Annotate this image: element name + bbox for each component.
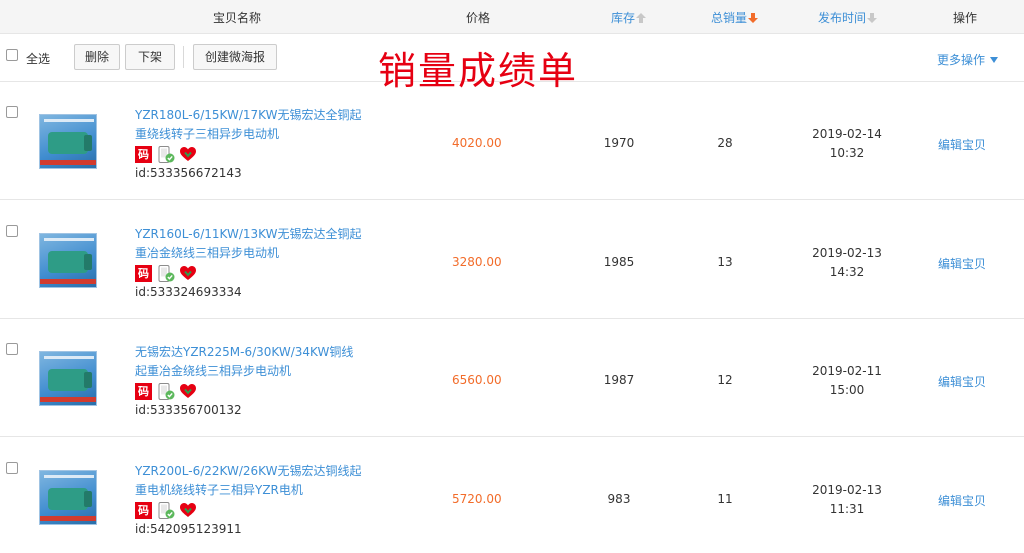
toolbar-divider: [183, 46, 184, 68]
edit-item-link[interactable]: 编辑宝贝: [938, 136, 986, 153]
more-ops-label: 更多操作: [937, 53, 986, 67]
heart-icon: [180, 384, 196, 398]
product-published: 2019-02-11 15:00: [808, 362, 886, 400]
mobile-icon: [158, 501, 175, 519]
published-time: 15:00: [829, 383, 865, 397]
product-row: 无锡宏达YZR225M-6/30KW/34KW铜线起重冶金绕线三相异步电动机 码…: [0, 319, 1024, 437]
delete-button[interactable]: 删除: [74, 44, 120, 70]
more-ops-dropdown[interactable]: 更多操作: [937, 51, 999, 68]
product-price: 4020.00: [452, 136, 502, 150]
row-checkbox[interactable]: [6, 461, 18, 474]
col-header-sales[interactable]: 总销量: [711, 9, 759, 26]
published-date: 2019-02-13: [812, 482, 882, 497]
motor-image: [48, 250, 88, 273]
row-checkbox[interactable]: [6, 106, 18, 118]
thumbnail-banner: [44, 119, 94, 122]
motor-end-image: [84, 253, 92, 270]
product-published: 2019-02-14 10:32: [808, 125, 886, 163]
product-title-link[interactable]: 无锡宏达YZR225M-6/30KW/34KW铜线起重冶金绕线三相异步电动机: [135, 343, 365, 381]
product-sales: 11: [717, 491, 733, 506]
published-date: 2019-02-14: [812, 127, 882, 141]
motor-image: [48, 369, 88, 391]
sort-down-icon: [748, 13, 759, 23]
published-date: 2019-02-11: [812, 364, 882, 378]
mobile-icon: [158, 383, 175, 400]
product-thumbnail[interactable]: [39, 469, 97, 525]
edit-item-link[interactable]: 编辑宝贝: [938, 373, 986, 390]
caret-down-icon: [990, 57, 999, 63]
code-badge-icon: 码: [135, 501, 152, 519]
motor-image: [48, 487, 88, 510]
table-header: 宝贝名称 价格 库存 总销量 发布时间 操作: [0, 0, 1024, 34]
product-price: 6560.00: [452, 373, 502, 387]
code-badge-icon: 码: [135, 264, 152, 282]
sort-up-icon: [636, 13, 647, 23]
product-stock: 983: [607, 491, 631, 506]
row-checkbox[interactable]: [6, 343, 18, 355]
thumbnail-band: [40, 160, 96, 165]
product-price: 3280.00: [452, 254, 502, 269]
product-title-link[interactable]: YZR200L-6/22KW/26KW无锡宏达铜线起重电机绕线转子三相异YZR电…: [135, 462, 365, 500]
heart-icon: [180, 502, 196, 517]
col-header-name: 宝贝名称: [213, 11, 262, 25]
edit-item-link[interactable]: 编辑宝贝: [938, 255, 986, 272]
motor-end-image: [84, 490, 92, 507]
select-all-label: 全选: [26, 52, 51, 66]
product-id: id:533324693334: [135, 284, 242, 299]
thumbnail-banner: [44, 474, 94, 478]
mobile-icon: [158, 146, 175, 163]
motor-end-image: [84, 372, 92, 388]
thumbnail-band: [40, 397, 96, 402]
product-sales: 13: [717, 254, 733, 269]
delist-button[interactable]: 下架: [125, 44, 175, 70]
published-time: 14:32: [829, 264, 865, 279]
product-sales: 28: [717, 136, 733, 150]
product-id: id:533356672143: [135, 166, 242, 180]
product-id: id:533356700132: [135, 403, 242, 417]
product-thumbnail[interactable]: [39, 232, 97, 288]
thumbnail-banner: [44, 237, 94, 241]
col-header-ops: 操作: [953, 11, 978, 25]
col-header-stock-label: 库存: [611, 11, 636, 25]
published-time: 11:31: [829, 501, 865, 516]
col-header-stock[interactable]: 库存: [611, 9, 647, 26]
product-sales: 12: [717, 373, 733, 387]
select-all-checkbox[interactable]: [6, 49, 18, 61]
mobile-icon: [158, 264, 175, 282]
create-poster-button[interactable]: 创建微海报: [193, 44, 277, 70]
code-badge-icon: 码: [135, 146, 152, 163]
motor-image: [48, 132, 88, 154]
code-badge-icon: 码: [135, 383, 152, 400]
col-header-published[interactable]: 发布时间: [818, 9, 878, 26]
product-price: 5720.00: [452, 491, 502, 506]
product-title-link[interactable]: YZR160L-6/11KW/13KW无锡宏达全铜起重冶金绕线三相异步电动机: [135, 225, 365, 263]
heart-icon: [180, 265, 196, 280]
product-published: 2019-02-13 11:31: [808, 481, 886, 519]
product-thumbnail[interactable]: [39, 351, 97, 406]
col-header-price: 价格: [466, 11, 491, 25]
sort-down-icon: [867, 13, 878, 23]
product-row: YZR180L-6/15KW/17KW无锡宏达全铜起重绕线转子三相异步电动机 码…: [0, 82, 1024, 200]
col-header-published-label: 发布时间: [818, 11, 867, 25]
product-thumbnail[interactable]: [39, 114, 97, 169]
row-checkbox[interactable]: [6, 224, 18, 237]
published-date: 2019-02-13: [812, 245, 882, 260]
motor-end-image: [84, 135, 92, 151]
heart-icon: [180, 147, 196, 161]
product-title-link[interactable]: YZR180L-6/15KW/17KW无锡宏达全铜起重绕线转子三相异步电动机: [135, 106, 365, 144]
product-stock: 1970: [603, 136, 635, 150]
edit-item-link[interactable]: 编辑宝贝: [938, 492, 986, 509]
product-id: id:542095123911: [135, 521, 242, 536]
product-stock: 1987: [603, 373, 635, 387]
thumbnail-band: [40, 278, 96, 284]
thumbnail-banner: [44, 356, 94, 359]
product-row: YZR200L-6/22KW/26KW无锡宏达铜线起重电机绕线转子三相异YZR电…: [0, 438, 1024, 553]
published-time: 10:32: [829, 146, 865, 160]
product-stock: 1985: [603, 254, 635, 269]
product-published: 2019-02-13 14:32: [808, 244, 886, 282]
product-row: YZR160L-6/11KW/13KW无锡宏达全铜起重冶金绕线三相异步电动机 码…: [0, 201, 1024, 319]
col-header-sales-label: 总销量: [711, 11, 748, 25]
thumbnail-band: [40, 515, 96, 521]
